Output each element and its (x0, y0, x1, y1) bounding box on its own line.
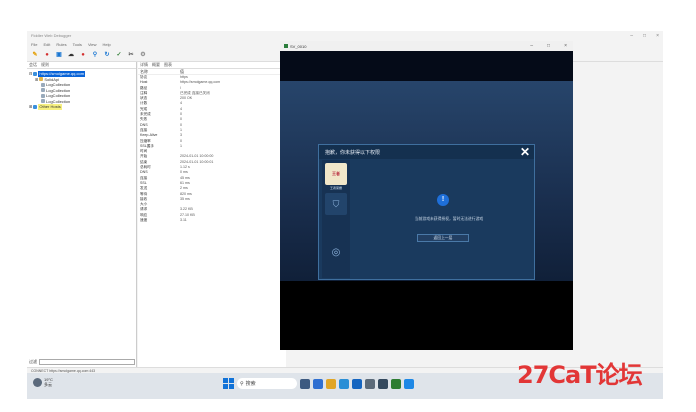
return-button[interactable]: 返回上一层 (417, 234, 469, 242)
minimize-icon[interactable]: – (530, 43, 533, 49)
inspect-icon[interactable]: ⚲ (91, 51, 99, 59)
phone-title: SV_0010 (290, 43, 307, 49)
cloud-icon (33, 378, 42, 387)
property-value: 35 ms (180, 196, 190, 201)
file-icon (41, 88, 45, 93)
taskbar-search[interactable]: ⚲ 搜索 (237, 378, 297, 389)
weather-widget[interactable]: 19°C 多云 (33, 377, 53, 388)
menu-tools[interactable]: Tools (73, 42, 82, 47)
desktop: Fiddler Web Debugger – □ × File Edit Rul… (27, 31, 663, 399)
stop-icon[interactable]: ● (79, 51, 87, 59)
app-icon (284, 44, 288, 48)
app-titlebar[interactable]: Fiddler Web Debugger – □ × (27, 31, 663, 40)
file-icon (41, 93, 45, 98)
search-placeholder: 搜索 (245, 381, 256, 387)
session-tree: ⊟ https://smolgame.qq.com ⊞ SolidApi Log… (27, 69, 136, 112)
settings-icon[interactable] (365, 378, 375, 389)
circle-icon[interactable]: ◎ (325, 241, 347, 263)
fiddler-window: Fiddler Web Debugger – □ × File Edit Rul… (27, 31, 663, 367)
header-name: 名称 (140, 69, 148, 74)
store-icon[interactable] (352, 378, 362, 389)
watermark: 27CaT论坛 (517, 361, 643, 389)
globe-icon (33, 104, 38, 109)
dialog-message: 当前游戏未获得授权，暂时无法进行游戏 (414, 217, 484, 221)
property-value: 3.11 (180, 218, 187, 223)
file-icon (41, 82, 45, 87)
folder-icon (39, 77, 44, 82)
menu-help[interactable]: Help (103, 42, 111, 47)
weather-desc: 多云 (44, 382, 52, 387)
weather-text: 19°C 多云 (44, 377, 53, 388)
maximize-icon[interactable]: □ (643, 33, 646, 39)
app-title: Fiddler Web Debugger (31, 33, 72, 38)
save-icon[interactable]: ▣ (55, 51, 63, 59)
game-logo[interactable]: 王者 (325, 163, 347, 185)
phone-mirror-window: SV_0010 – □ × 抱歉，你未获得以下权限 ✕ 王者 王者荣耀 ⛉ ◎ … (280, 41, 573, 350)
dialog-sidebar: 王者 王者荣耀 ⛉ ◎ (322, 160, 350, 278)
phone-window-controls: – □ × (530, 41, 567, 51)
left-tabs: 会话 规则 (27, 62, 136, 69)
filter-label: 过滤 (29, 358, 37, 364)
tab-chart[interactable]: 图表 (164, 62, 172, 68)
info-icon: ! (437, 194, 449, 206)
expand-icon[interactable]: ⊞ (35, 77, 38, 83)
collapse-icon[interactable]: ⊟ (29, 71, 32, 77)
close-icon[interactable]: × (564, 43, 567, 49)
pencil-icon[interactable]: ✎ (31, 51, 39, 59)
dialog-title: 抱歉，你未获得以下权限 (319, 145, 534, 159)
shield-icon[interactable]: ⛉ (325, 193, 347, 215)
window-controls: – □ × (630, 31, 659, 40)
properties-list: 协议 https Host https://smolgame.qq.com 路径 / 注释已… (138, 75, 286, 223)
close-icon[interactable]: × (656, 33, 659, 39)
detail-tabs: 详情 概要 图表 (138, 62, 286, 69)
game-logo-label: 王者荣耀 (329, 186, 342, 190)
filter-row: 过滤 (29, 358, 135, 365)
refresh-icon[interactable]: ↻ (103, 51, 111, 59)
tab-sessions[interactable]: 会话 (29, 62, 37, 68)
taskbar-center: ⚲ 搜索 (223, 378, 414, 389)
tab-summary[interactable]: 概要 (152, 62, 160, 68)
menu-view[interactable]: View (88, 42, 97, 47)
browser-icon[interactable] (339, 378, 349, 389)
edge-icon[interactable] (313, 378, 323, 389)
permission-dialog: 抱歉，你未获得以下权限 ✕ 王者 王者荣耀 ⛉ ◎ ! 当前游戏未获得授权，暂时… (318, 144, 535, 280)
record-icon[interactable]: ● (43, 51, 51, 59)
task-view-icon[interactable] (300, 378, 310, 389)
cloud-icon[interactable]: ☁ (67, 51, 75, 59)
search-icon: ⚲ (240, 380, 244, 387)
expand-icon[interactable]: ⊞ (29, 104, 32, 110)
fiddler-icon[interactable] (378, 378, 388, 389)
tree-item-label: Other Hosts (38, 104, 62, 110)
app-icon[interactable] (404, 378, 414, 389)
game-top-band (280, 51, 573, 81)
property-value: https://smolgame.qq.com (180, 80, 221, 85)
tools-icon[interactable]: ✂ (127, 51, 135, 59)
tab-rules[interactable]: 规则 (41, 62, 49, 68)
filter-input[interactable] (39, 358, 135, 365)
phone-lower-area (280, 281, 573, 350)
property-value: 1 (180, 143, 182, 148)
menu-file[interactable]: File (31, 42, 37, 47)
phone-titlebar[interactable]: SV_0010 – □ × (280, 41, 573, 51)
tab-details[interactable]: 详情 (140, 62, 148, 68)
file-icon (41, 99, 45, 104)
check-icon[interactable]: ✓ (115, 51, 123, 59)
properties-pane: 详情 概要 图表 名称 值 协议 https Host https://smolgam… (138, 62, 286, 367)
settings-icon[interactable]: ⚙ (139, 51, 147, 59)
game-screen[interactable]: 抱歉，你未获得以下权限 ✕ 王者 王者荣耀 ⛉ ◎ ! 当前游戏未获得授权，暂时… (280, 51, 573, 291)
session-tree-pane: 会话 规则 ⊟ https://smolgame.qq.com ⊞ SolidA… (27, 62, 137, 367)
header-value: 值 (180, 69, 184, 74)
maximize-icon[interactable]: □ (547, 43, 550, 49)
menu-edit[interactable]: Edit (43, 42, 50, 47)
menu-rules[interactable]: Rules (56, 42, 66, 47)
property-key: 速度 (140, 218, 148, 223)
close-icon[interactable]: ✕ (520, 146, 530, 158)
globe-icon (33, 71, 38, 76)
file-explorer-icon[interactable] (326, 378, 336, 389)
windows-start-icon[interactable] (223, 378, 234, 389)
property-row[interactable]: 速度 3.11 (140, 218, 286, 223)
minimize-icon[interactable]: – (630, 33, 633, 39)
tree-item-other-hosts[interactable]: ⊞ Other Hosts (29, 104, 134, 110)
mirror-app-icon[interactable] (391, 378, 401, 389)
